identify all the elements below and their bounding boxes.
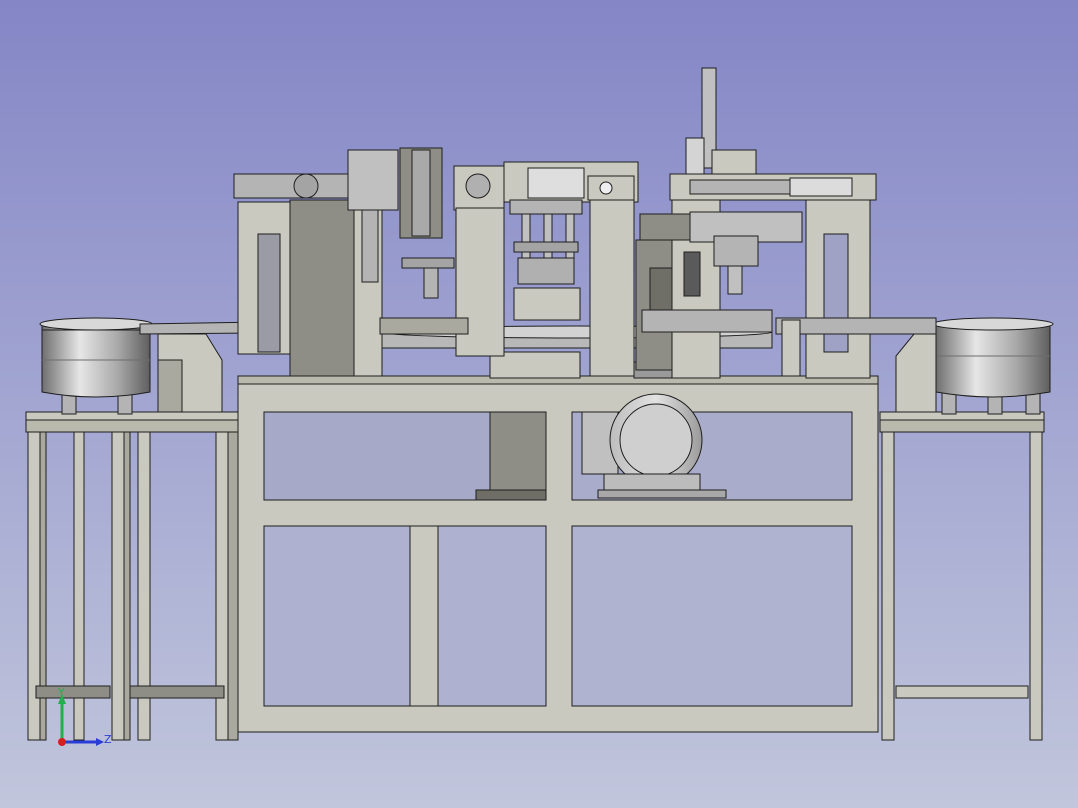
- machine-assembly-model[interactable]: [0, 0, 1078, 808]
- right-screw-station: [635, 67, 937, 379]
- left-pick-place-station: [233, 147, 505, 377]
- main-base-frame: [237, 375, 879, 733]
- left-vibratory-bowl: [39, 317, 153, 415]
- cad-3d-viewport[interactable]: Y Z: [0, 0, 1078, 808]
- axis-triad: Y Z: [48, 686, 118, 752]
- right-feeder-stand: [879, 411, 1045, 741]
- y-axis-label: Y: [58, 686, 65, 699]
- z-axis-label: Z: [104, 733, 112, 746]
